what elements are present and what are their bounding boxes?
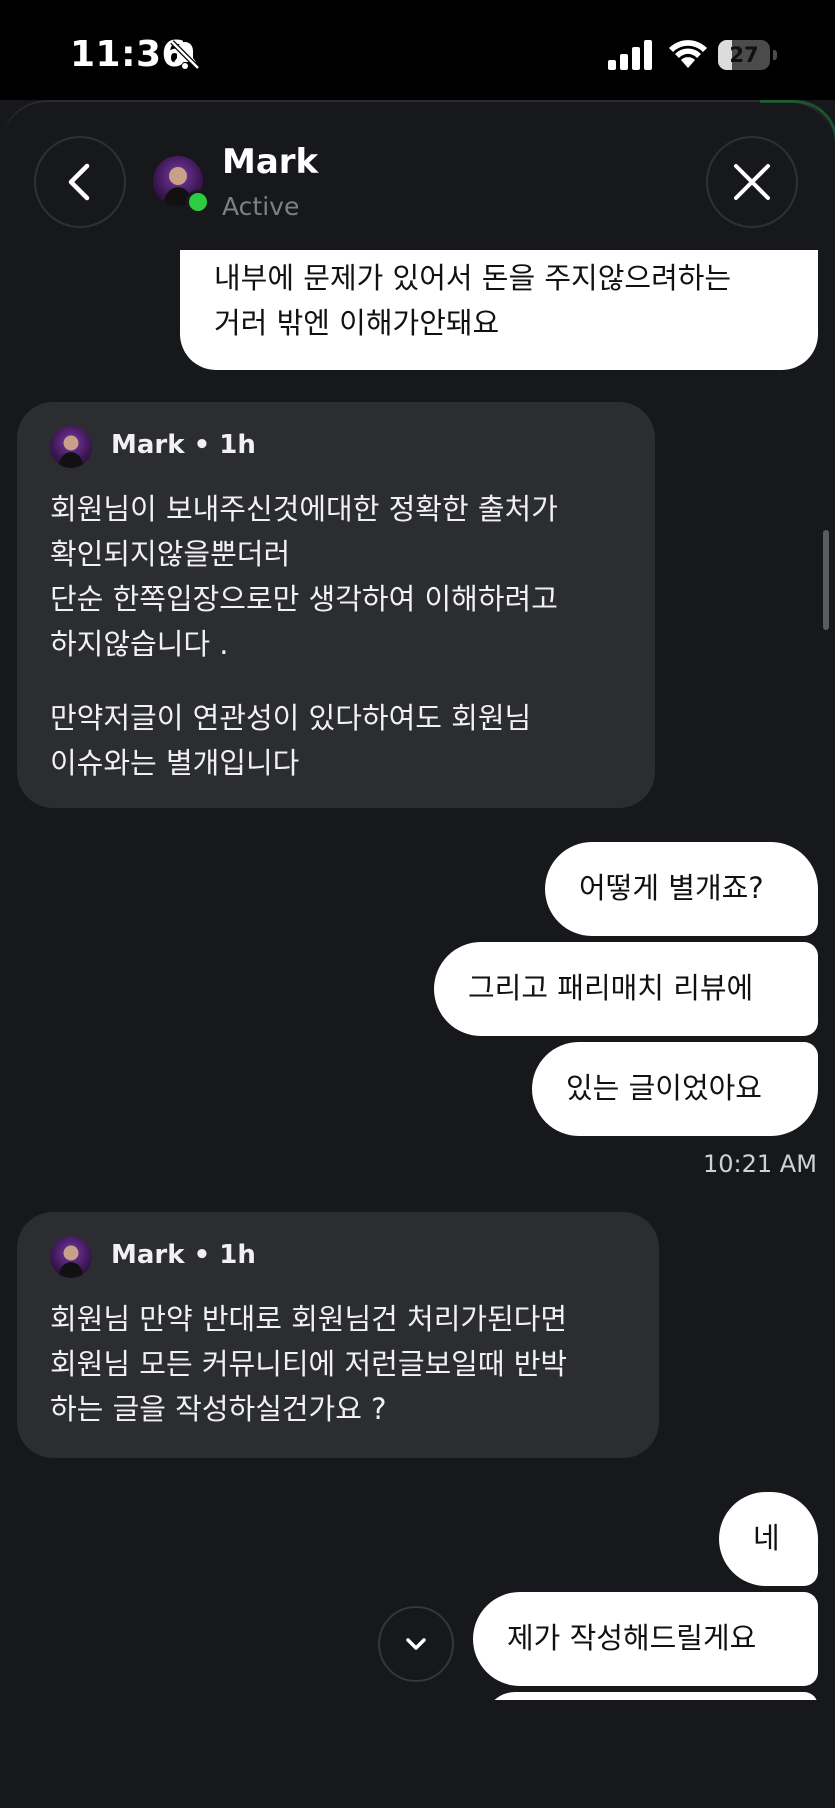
avatar[interactable] [50, 1236, 92, 1278]
contact-status: Active [222, 192, 300, 221]
message-text: 회원님 만약 반대로 회원님건 처리가된다면 회원님 모든 커뮤니티에 저런글보… [50, 1302, 568, 1426]
status-bar: 11:36 27 [0, 0, 835, 100]
avatar[interactable] [50, 426, 92, 468]
message-text: 있는 글이었아요 [566, 1071, 762, 1105]
message-text: 내부에 문제가 있어서 돈을 주지않으려하는 거러 밖엔 이해가안돼요 [214, 261, 732, 340]
scroll-to-bottom-button[interactable] [378, 1606, 454, 1682]
battery-level: 27 [729, 43, 759, 67]
chat-header: Mark Active [0, 100, 835, 250]
online-indicator [186, 190, 210, 214]
sender-label: Mark • 1h [111, 1240, 256, 1270]
outgoing-message[interactable]: 내부에 문제가 있어서 돈을 주지않으려하는 거러 밖엔 이해가안돼요 [180, 250, 818, 370]
message-timestamp: 10:21 AM [703, 1150, 817, 1178]
back-button[interactable] [34, 136, 126, 228]
close-icon [734, 164, 770, 200]
message-text: 네 [753, 1521, 780, 1555]
contact-name: Mark [222, 142, 319, 182]
bell-slash-icon [170, 40, 200, 70]
battery-icon: 27 [718, 40, 778, 70]
close-button[interactable] [706, 136, 798, 228]
scrollbar-thumb[interactable] [823, 530, 829, 630]
incoming-message[interactable]: Mark • 1h 회원님 만약 반대로 회원님건 처리가된다면 회원님 모든 … [17, 1212, 659, 1458]
chevron-left-icon [68, 163, 90, 201]
incoming-message[interactable]: Mark • 1h 회원님이 보내주신것에대한 정확한 출처가 확인되지않을뿐더… [17, 402, 655, 808]
outgoing-message[interactable]: 있는 글이었아요 [532, 1042, 818, 1136]
wifi-icon [669, 40, 707, 68]
outgoing-message[interactable]: 어떻게 별개죠? [545, 842, 818, 936]
message-text: 만약저글이 연관성이 있다하여도 회원님 이슈와는 별개입니다 [50, 701, 532, 780]
message-text: 회원님이 보내주신것에대한 정확한 출처가 확인되지않을뿐더러 단순 한쪽입장으… [50, 492, 558, 661]
chevron-down-icon [406, 1638, 426, 1650]
message-text: 그리고 패리매치 리뷰에 [468, 971, 754, 1005]
bottom-area [0, 1700, 835, 1808]
message-text: 어떻게 별개죠? [579, 871, 764, 905]
sender-label: Mark • 1h [111, 430, 256, 460]
outgoing-message[interactable]: 그리고 패리매치 리뷰에 [434, 942, 818, 1036]
outgoing-message[interactable]: 네 [719, 1492, 818, 1586]
outgoing-message[interactable]: 제가 작성해드릴게요 [473, 1592, 818, 1686]
message-text: 제가 작성해드릴게요 [507, 1621, 757, 1655]
cellular-signal-icon [608, 40, 652, 70]
